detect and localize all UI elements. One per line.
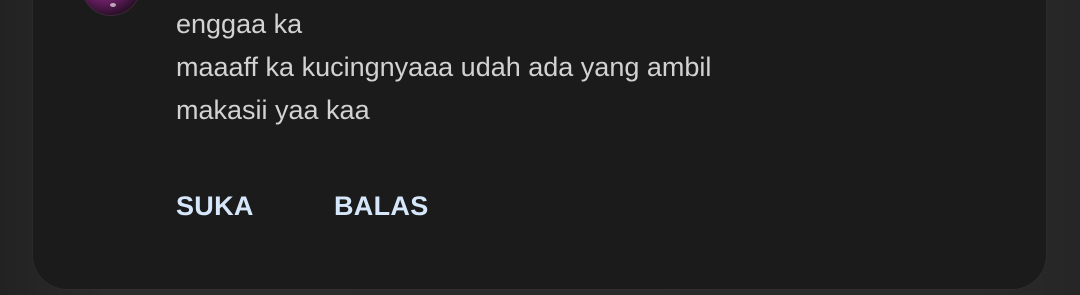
comment-line: makasii yaa kaa <box>176 95 370 125</box>
like-button[interactable]: SUKA <box>176 188 334 224</box>
comment-text: enggaa ka maaaff ka kucingnyaaa udah ada… <box>176 3 711 132</box>
reply-button[interactable]: BALAS <box>334 188 429 224</box>
comment-line: maaaff ka kucingnyaaa udah ada yang ambi… <box>176 52 712 82</box>
comment-actions: SUKA BALAS <box>176 188 429 224</box>
comment-line: enggaa ka <box>176 9 303 39</box>
